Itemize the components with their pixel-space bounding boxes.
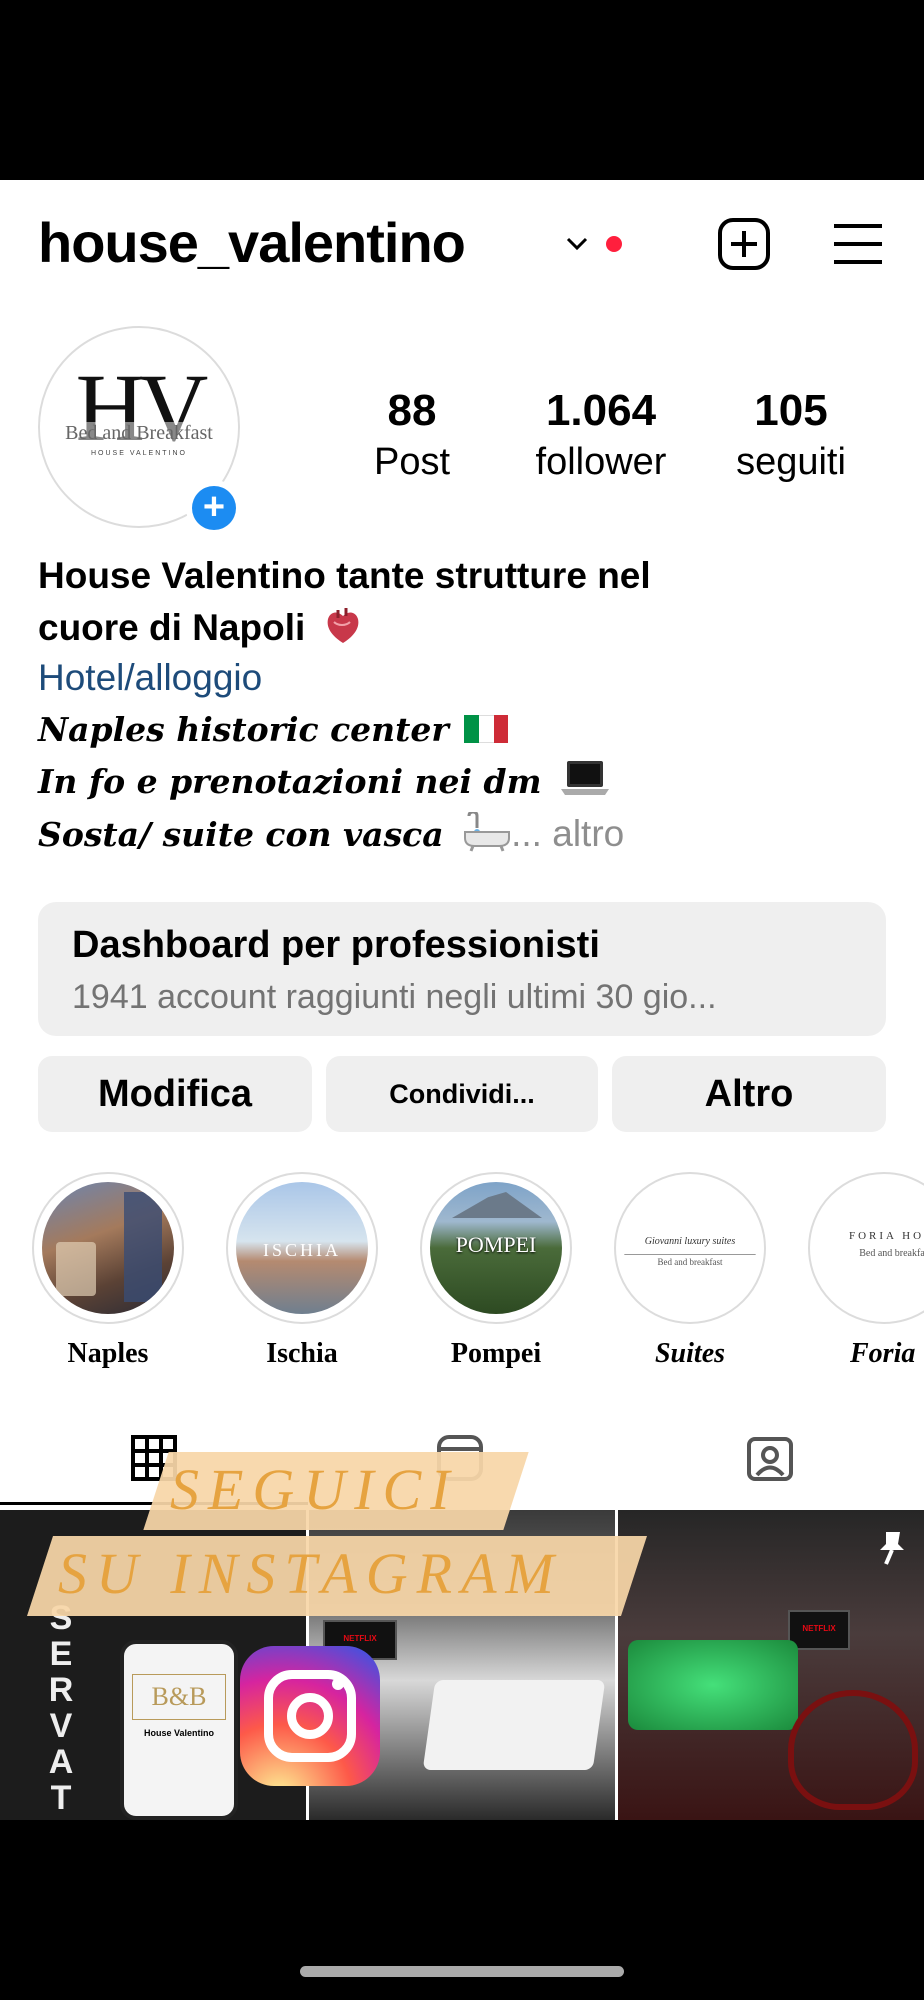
highlight-suites-label: Suites xyxy=(654,1338,726,1369)
bio-more-link[interactable]: ... altro xyxy=(511,813,624,854)
hamburger-menu-icon[interactable] xyxy=(830,216,886,272)
post-3-tv: NETFLIX xyxy=(788,1610,850,1650)
add-story-button[interactable]: + xyxy=(186,480,242,536)
highlight-ischia-label: Ischia xyxy=(266,1338,338,1369)
share-profile-button[interactable]: Condividi... xyxy=(326,1056,598,1132)
username-switcher[interactable]: house_valentino xyxy=(38,210,466,275)
home-indicator[interactable] xyxy=(300,1966,624,1977)
dashboard-title: Dashboard per professionisti xyxy=(72,924,600,966)
highlight-ischia[interactable]: ISCHIA xyxy=(226,1172,378,1324)
profile-category[interactable]: Hotel/alloggio xyxy=(38,652,262,704)
highlight-naples[interactable] xyxy=(32,1172,184,1324)
italy-flag-icon xyxy=(464,706,509,743)
post-2-tv-label: NETFLIX xyxy=(343,1634,377,1643)
post-1-phone: B&B House Valentino xyxy=(120,1640,238,1820)
bio-line-2: In fo e prenotazioni nei dm xyxy=(38,756,609,808)
highlight-foria-overlay-2: Bed and breakfa xyxy=(859,1248,924,1259)
profile-name: House Valentino tante strutture nel cuor… xyxy=(38,550,818,654)
followers-count: 1.064 xyxy=(545,386,657,435)
follow-banner-2-text: SU INSTAGRAM xyxy=(58,1541,563,1606)
highlight-naples-label: Naples xyxy=(67,1338,149,1369)
notification-dot xyxy=(606,236,622,252)
posts-label: Post xyxy=(373,441,451,483)
plus-icon: + xyxy=(192,486,236,530)
highlight-suites[interactable]: Giovanni luxury suites Bed and breakfast xyxy=(614,1172,766,1324)
tagged-icon[interactable] xyxy=(746,1434,794,1482)
bio-line-2-text: In fo e prenotazioni nei dm xyxy=(38,762,542,801)
profile-name-line1: House Valentino tante strutture nel xyxy=(38,555,651,596)
highlight-pompei-overlay: POMPEI xyxy=(455,1232,537,1257)
laptop-icon xyxy=(561,761,609,795)
chevron-down-icon[interactable] xyxy=(566,236,588,252)
following-count: 105 xyxy=(754,386,828,435)
plus-square-icon[interactable] xyxy=(716,216,772,272)
follow-banner-1-text: SEGUICI xyxy=(170,1457,459,1522)
highlight-foria-overlay-1: FORIA HOU xyxy=(849,1230,924,1242)
post-1-phone-logo: B&B xyxy=(132,1674,226,1720)
highlight-foria[interactable]: FORIA HOU Bed and breakfa xyxy=(808,1172,924,1324)
bio-line-3: Sosta/ suite con vasca ... altro xyxy=(38,808,624,861)
stat-followers[interactable]: 1.064 follower xyxy=(516,386,686,488)
profile-screen: house_valentino HV Bed and Breakfast HOU… xyxy=(0,180,924,1820)
profile-header: house_valentino xyxy=(0,180,924,300)
stat-posts[interactable]: 88 Post xyxy=(362,386,462,488)
avatar-subtitle: HOUSE VALENTINO xyxy=(91,450,187,457)
instagram-logo-icon xyxy=(240,1646,380,1786)
professional-dashboard[interactable]: Dashboard per professionisti 1941 accoun… xyxy=(38,902,886,1036)
bio-line-1: Naples historic center xyxy=(38,704,509,756)
post-tile-3[interactable]: NETFLIX xyxy=(618,1510,924,1820)
stat-following[interactable]: 105 seguiti xyxy=(720,386,862,488)
edit-profile-button[interactable]: Modifica xyxy=(38,1056,312,1132)
highlight-pompei-label: Pompei xyxy=(450,1338,542,1369)
post-1-vertical-text: SERVATIO xyxy=(48,1599,74,1820)
post-3-tv-label: NETFLIX xyxy=(802,1624,836,1633)
post-1-phone-name: House Valentino xyxy=(143,1728,214,1738)
anatomical-heart-icon xyxy=(327,608,358,643)
highlight-foria-image: FORIA HOU Bed and breakfa xyxy=(818,1182,924,1314)
posts-count: 88 xyxy=(387,386,437,435)
highlight-pompei[interactable]: POMPEI xyxy=(420,1172,572,1324)
following-label: seguiti xyxy=(736,441,846,483)
highlight-foria-label: Foria xyxy=(850,1338,916,1369)
highlight-suites-image: Giovanni luxury suites Bed and breakfast xyxy=(624,1182,756,1314)
post-3-heart-petals xyxy=(788,1690,918,1810)
bathtub-icon xyxy=(464,812,511,852)
post-3-jacuzzi xyxy=(628,1640,798,1730)
bio-line-1-text: Naples historic center xyxy=(38,710,449,749)
highlight-ischia-image: ISCHIA xyxy=(236,1182,368,1314)
bio-line-3-text: Sosta/ suite con vasca xyxy=(38,815,444,854)
avatar-tagline: Bed and Breakfast xyxy=(40,422,238,445)
highlight-ischia-overlay: ISCHIA xyxy=(262,1240,341,1260)
highlight-naples-image xyxy=(42,1182,174,1314)
highlight-pompei-image: POMPEI xyxy=(430,1182,562,1314)
highlight-suites-overlay-1: Giovanni luxury suites xyxy=(644,1236,736,1247)
highlight-suites-overlay-2: Bed and breakfast xyxy=(624,1254,756,1267)
more-button[interactable]: Altro xyxy=(612,1056,886,1132)
dashboard-subtitle: 1941 account raggiunti negli ultimi 30 g… xyxy=(72,978,717,1016)
post-2-bathtub xyxy=(422,1680,606,1770)
followers-label: follower xyxy=(535,441,667,483)
profile-name-line2: cuore di Napoli xyxy=(38,607,306,648)
pinned-icon xyxy=(880,1532,904,1565)
